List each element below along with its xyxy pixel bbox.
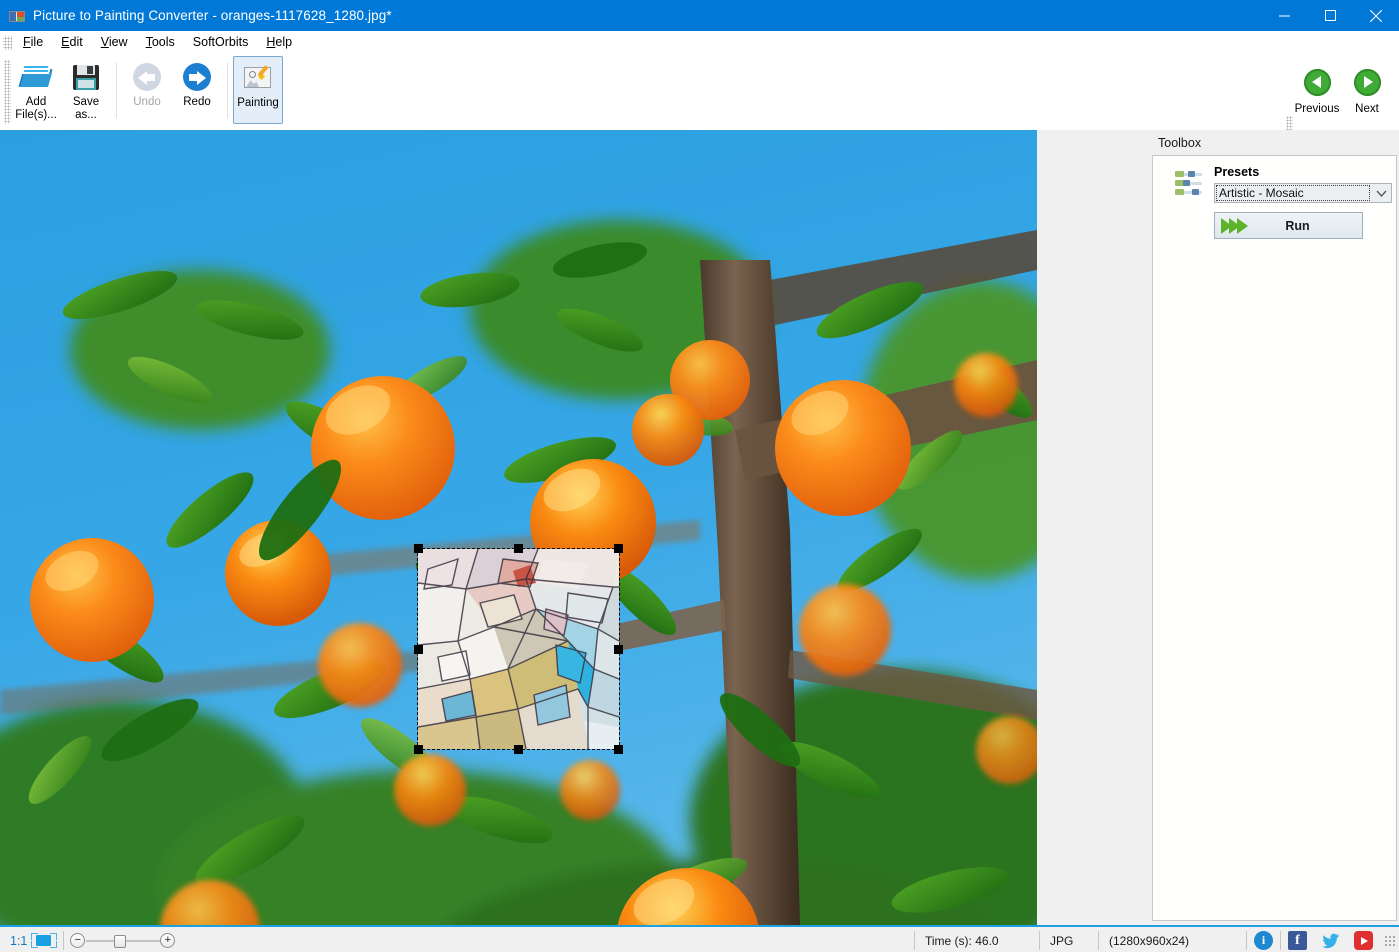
image-canvas[interactable]	[0, 130, 1037, 925]
redo-label: Redo	[183, 96, 211, 108]
selection-dashed-border	[417, 548, 620, 750]
sliders-icon	[1175, 170, 1203, 198]
youtube-icon[interactable]	[1354, 931, 1373, 950]
window-title: Picture to Painting Converter - oranges-…	[33, 8, 392, 23]
presets-selected-value: Artistic - Mosaic	[1219, 186, 1304, 200]
file-format-label: JPG	[1050, 933, 1074, 948]
previous-button[interactable]: Previous	[1292, 62, 1342, 115]
toolbox-content: Presets Artistic - Mosaic Run	[1152, 155, 1397, 921]
status-separator-6	[1280, 931, 1281, 950]
selection-handle-nw[interactable]	[414, 544, 423, 553]
toolbar: Add File(s)... Save as... Undo Redo Pain…	[0, 54, 1399, 178]
toolbar-separator-2	[227, 62, 228, 118]
selection-handle-w[interactable]	[414, 645, 423, 654]
chevron-down-icon[interactable]	[1371, 184, 1391, 202]
next-label: Next	[1355, 103, 1379, 115]
run-label: Run	[1285, 218, 1310, 233]
info-icon[interactable]: i	[1254, 931, 1273, 950]
selection-region[interactable]	[414, 544, 623, 754]
resize-grip[interactable]	[1384, 934, 1396, 947]
selection-handle-e[interactable]	[614, 645, 623, 654]
selection-handle-s[interactable]	[514, 745, 523, 754]
redo-button[interactable]: Redo	[172, 56, 222, 124]
status-separator-5	[1246, 931, 1247, 950]
menu-item-view[interactable]: View	[92, 32, 137, 53]
green-double-arrow-icon	[1221, 216, 1255, 236]
close-button[interactable]	[1353, 0, 1399, 31]
toolbar-separator	[116, 62, 117, 118]
presets-dropdown[interactable]: Artistic - Mosaic	[1214, 183, 1392, 203]
presets-label: Presets	[1214, 165, 1260, 179]
undo-label: Undo	[133, 96, 161, 108]
fit-to-window-icon[interactable]	[31, 933, 58, 948]
menu-item-edit[interactable]: Edit	[52, 32, 92, 53]
previous-label: Previous	[1294, 103, 1340, 115]
zoom-slider[interactable]: − +	[70, 930, 176, 952]
toolbox-panel: Toolbox Presets Artistic - Mosaic Run	[1148, 130, 1399, 925]
photo-oranges-on-tree	[0, 130, 1037, 925]
painting-label: Painting	[237, 97, 279, 109]
painting-button[interactable]: Painting	[233, 56, 283, 124]
menu-bar: File Edit View Tools SoftOrbits Help	[0, 31, 1399, 54]
zoom-slider-thumb[interactable]	[114, 934, 127, 948]
application-window: Picture to Painting Converter - oranges-…	[0, 0, 1399, 952]
selection-handle-ne[interactable]	[614, 544, 623, 553]
painting-picture-icon	[242, 62, 274, 94]
run-button[interactable]: Run	[1214, 212, 1363, 239]
twitter-icon[interactable]	[1321, 931, 1340, 950]
menu-item-file[interactable]: File	[14, 32, 52, 53]
maximize-button[interactable]	[1307, 0, 1353, 31]
image-dimensions-label: (1280x960x24)	[1109, 933, 1190, 948]
toolbox-title: Toolbox	[1158, 136, 1202, 150]
canvas-gutter	[1037, 130, 1148, 925]
redo-arrow-icon	[181, 61, 213, 93]
toolbar-nav-group: Previous Next	[1292, 62, 1392, 134]
save-as-button[interactable]: Save as...	[61, 56, 111, 124]
status-bar: 1:1 − + Time (s): 46.0 JPG (1280x960x24)…	[0, 925, 1399, 952]
add-files-button[interactable]: Add File(s)...	[11, 56, 61, 124]
save-as-label-line1: Save	[72, 96, 100, 108]
app-icon	[9, 8, 25, 24]
menu-item-tools[interactable]: Tools	[137, 32, 184, 53]
toolbar-grip[interactable]	[4, 60, 11, 124]
open-folder-icon	[18, 61, 53, 93]
facebook-icon[interactable]: f	[1288, 931, 1307, 950]
selection-handle-n[interactable]	[514, 544, 523, 553]
undo-arrow-icon	[131, 61, 163, 93]
selection-handle-sw[interactable]	[414, 745, 423, 754]
next-button[interactable]: Next	[1342, 62, 1392, 115]
floppy-disk-icon	[70, 61, 102, 93]
zoom-in-button[interactable]: +	[160, 932, 176, 948]
selection-handle-se[interactable]	[614, 745, 623, 754]
previous-green-arrow-icon	[1303, 69, 1331, 96]
menu-item-softorbits[interactable]: SoftOrbits	[184, 32, 258, 53]
status-separator-1	[63, 931, 65, 950]
undo-button[interactable]: Undo	[122, 56, 172, 124]
zoom-ratio-label: 1:1	[10, 933, 28, 948]
menu-grip	[3, 35, 12, 50]
menu-item-help[interactable]: Help	[257, 32, 301, 53]
minimize-button[interactable]	[1261, 0, 1307, 31]
zoom-out-button[interactable]: −	[70, 932, 86, 948]
next-green-arrow-icon	[1353, 69, 1381, 96]
window-controls	[1261, 0, 1399, 31]
toolbar-main-group: Add File(s)... Save as... Undo Redo Pain…	[11, 56, 283, 128]
save-as-label-line2: as...	[75, 108, 97, 121]
processing-time-label: Time (s): 46.0	[925, 933, 999, 948]
add-files-label-line1: Add	[25, 96, 47, 108]
add-files-label-line2: File(s)...	[15, 108, 57, 121]
title-bar: Picture to Painting Converter - oranges-…	[0, 0, 1399, 31]
